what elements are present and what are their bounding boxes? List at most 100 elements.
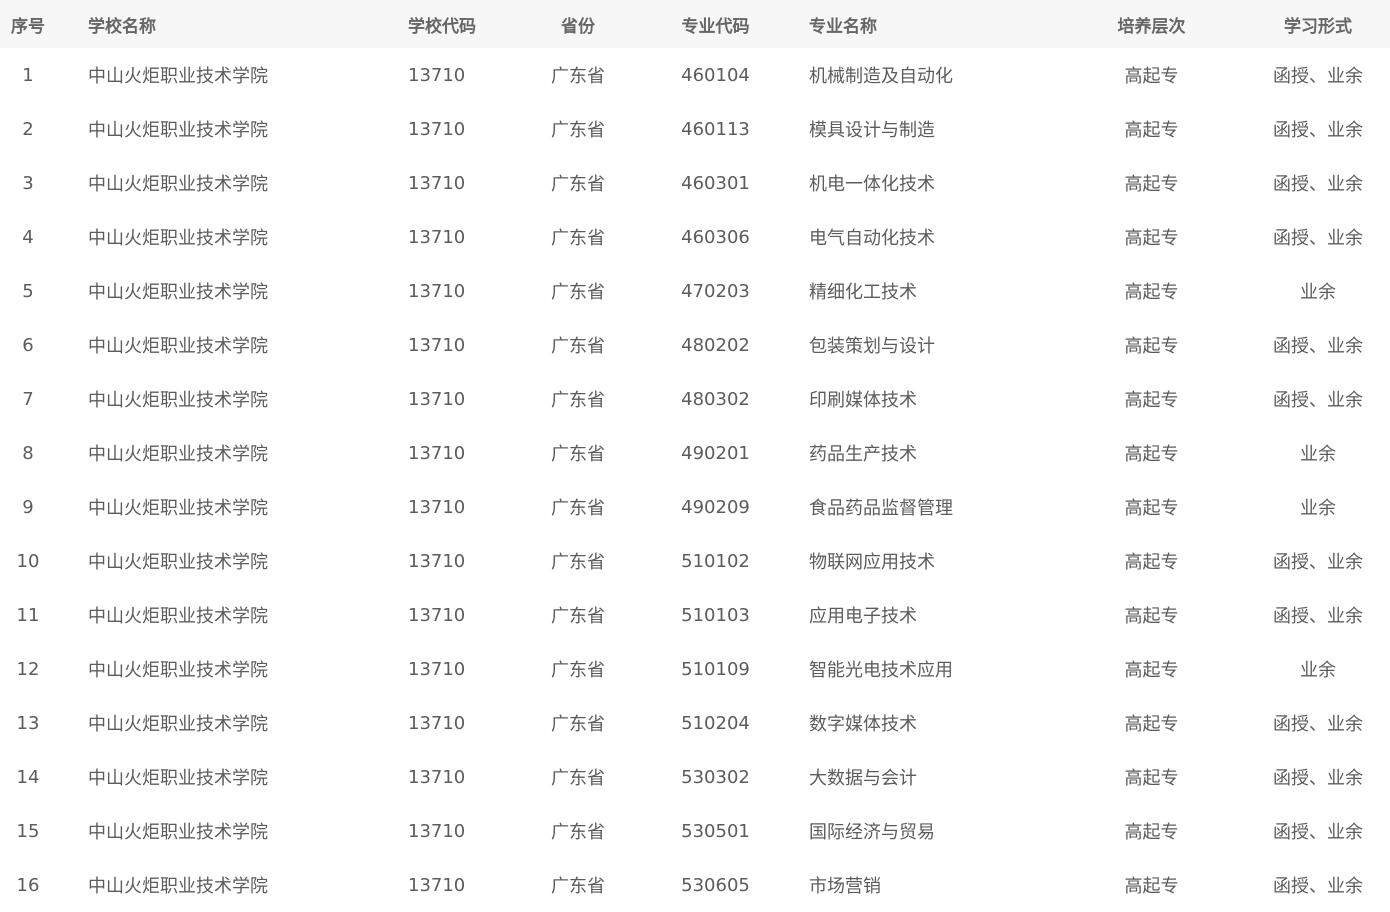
cell-school-name: 中山火炬职业技术学院 [88,282,268,303]
cell-school-code: 13710 [408,172,466,194]
cell-province: 广东省 [551,120,605,141]
cell-study-mode: 业余 [1300,282,1336,303]
table-row: 8 中山火炬职业技术学院 13710 广东省 490201 药品生产技术 高起专 业余 [0,426,1390,480]
cell-major-code: 470203 [681,280,750,302]
cell-province: 广东省 [551,552,605,573]
cell-index: 2 [22,118,34,140]
cell-province: 广东省 [551,282,605,303]
cell-school-code: 13710 [408,658,466,680]
cell-major-name: 物联网应用技术 [809,552,935,573]
cell-study-mode: 函授、业余 [1273,390,1363,411]
table-row: 7 中山火炬职业技术学院 13710 广东省 480302 印刷媒体技术 高起专 函授、业余 [0,372,1390,426]
cell-school-name: 中山火炬职业技术学院 [88,120,268,141]
cell-school-code: 13710 [408,550,466,572]
cell-study-mode: 函授、业余 [1273,714,1363,735]
cell-study-mode: 函授、业余 [1273,336,1363,357]
cell-study-mode: 函授、业余 [1273,228,1363,249]
cell-major-name: 机械制造及自动化 [809,66,953,87]
cell-level: 高起专 [1124,552,1179,573]
cell-school-code: 13710 [408,442,466,464]
cell-index: 13 [16,712,40,734]
cell-school-code: 13710 [408,604,466,626]
header-study-mode: 学习形式 [1284,16,1352,37]
cell-level: 高起专 [1124,282,1179,303]
cell-major-code: 480302 [681,388,750,410]
cell-index: 7 [22,388,34,410]
cell-school-code: 13710 [408,712,466,734]
cell-school-code: 13710 [408,388,466,410]
cell-province: 广东省 [551,660,605,681]
cell-index: 10 [16,550,40,572]
cell-school-name: 中山火炬职业技术学院 [88,822,268,843]
cell-level: 高起专 [1124,822,1179,843]
cell-major-name: 印刷媒体技术 [809,390,917,411]
cell-level: 高起专 [1124,336,1179,357]
table-header-row: 序号 学校名称 学校代码 省份 专业代码 专业名称 培养层次 学习形式 [0,0,1390,48]
cell-major-name: 智能光电技术应用 [809,660,953,681]
table-row: 9 中山火炬职业技术学院 13710 广东省 490209 食品药品监督管理 高起专 业余 [0,480,1390,534]
cell-study-mode: 函授、业余 [1273,606,1363,627]
cell-major-name: 食品药品监督管理 [809,498,953,519]
cell-province: 广东省 [551,606,605,627]
cell-school-name: 中山火炬职业技术学院 [88,444,268,465]
header-major-name: 专业名称 [809,16,877,37]
cell-major-name: 国际经济与贸易 [809,822,935,843]
table-row: 12 中山火炬职业技术学院 13710 广东省 510109 智能光电技术应用 高起专 业余 [0,642,1390,696]
cell-school-name: 中山火炬职业技术学院 [88,660,268,681]
table-row: 14 中山火炬职业技术学院 13710 广东省 530302 大数据与会计 高起专 函授、业余 [0,750,1390,804]
cell-school-name: 中山火炬职业技术学院 [88,714,268,735]
cell-major-code: 490201 [681,442,750,464]
table-row: 3 中山火炬职业技术学院 13710 广东省 460301 机电一体化技术 高起专 函授、业余 [0,156,1390,210]
cell-level: 高起专 [1124,174,1179,195]
cell-province: 广东省 [551,498,605,519]
cell-study-mode: 函授、业余 [1273,552,1363,573]
cell-province: 广东省 [551,390,605,411]
table-row: 6 中山火炬职业技术学院 13710 广东省 480202 包装策划与设计 高起专 函授、业余 [0,318,1390,372]
cell-province: 广东省 [551,444,605,465]
header-school-code: 学校代码 [408,16,476,37]
cell-school-name: 中山火炬职业技术学院 [88,606,268,627]
table-row: 13 中山火炬职业技术学院 13710 广东省 510204 数字媒体技术 高起专 函授、业余 [0,696,1390,750]
cell-major-code: 480202 [681,334,750,356]
header-major-code: 专业代码 [681,16,750,37]
cell-major-name: 数字媒体技术 [809,714,917,735]
cell-school-code: 13710 [408,226,466,248]
cell-major-name: 机电一体化技术 [809,174,935,195]
cell-school-code: 13710 [408,118,466,140]
cell-major-name: 电气自动化技术 [809,228,935,249]
cell-level: 高起专 [1124,498,1179,519]
cell-major-code: 460306 [681,226,750,248]
cell-level: 高起专 [1124,66,1179,87]
cell-level: 高起专 [1124,444,1179,465]
cell-major-code: 490209 [681,496,750,518]
cell-index: 3 [22,172,34,194]
cell-study-mode: 函授、业余 [1273,120,1363,141]
cell-school-code: 13710 [408,820,466,842]
cell-major-code: 460104 [681,64,750,86]
header-level: 培养层次 [1117,16,1186,37]
cell-index: 6 [22,334,34,356]
cell-major-name: 药品生产技术 [809,444,917,465]
table-row: 5 中山火炬职业技术学院 13710 广东省 470203 精细化工技术 高起专 业余 [0,264,1390,318]
cell-study-mode: 函授、业余 [1273,822,1363,843]
cell-major-name: 精细化工技术 [809,282,917,303]
cell-index: 1 [22,64,34,86]
cell-index: 14 [16,766,40,788]
cell-study-mode: 业余 [1300,444,1336,465]
cell-level: 高起专 [1124,390,1179,411]
cell-school-code: 13710 [408,64,466,86]
cell-province: 广东省 [551,822,605,843]
cell-major-name: 大数据与会计 [809,768,917,789]
cell-school-name: 中山火炬职业技术学院 [88,228,268,249]
cell-study-mode: 函授、业余 [1273,768,1363,789]
header-index: 序号 [11,16,45,37]
cell-province: 广东省 [551,66,605,87]
table-row: 11 中山火炬职业技术学院 13710 广东省 510103 应用电子技术 高起专 函授、业余 [0,588,1390,642]
cell-school-name: 中山火炬职业技术学院 [88,66,268,87]
cell-major-code: 510204 [681,712,750,734]
cell-level: 高起专 [1124,228,1179,249]
cell-major-name: 模具设计与制造 [809,120,935,141]
cell-level: 高起专 [1124,120,1179,141]
cell-level: 高起专 [1124,660,1179,681]
cell-study-mode: 业余 [1300,498,1336,519]
